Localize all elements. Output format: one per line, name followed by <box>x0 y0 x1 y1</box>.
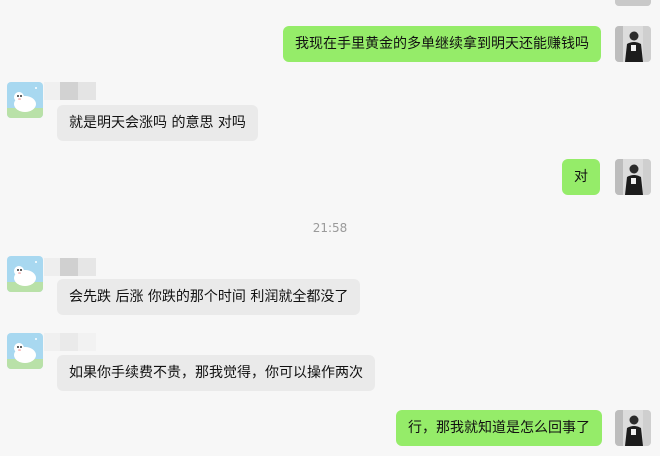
other-avatar[interactable] <box>7 256 43 292</box>
cartoon-sheep-icon <box>7 82 43 118</box>
self-avatar[interactable] <box>615 410 651 446</box>
person-photo-icon <box>615 410 651 446</box>
other-avatar[interactable] <box>7 333 43 369</box>
cartoon-sheep-icon <box>7 333 43 369</box>
message-timestamp: 21:58 <box>312 221 348 235</box>
self-avatar[interactable] <box>615 159 651 195</box>
self-avatar[interactable] <box>615 0 651 6</box>
message-bubble-other[interactable]: 就是明天会涨吗 的意思 对吗 <box>57 105 258 141</box>
person-photo-icon <box>615 159 651 195</box>
message-bubble-self[interactable]: 对 <box>562 159 600 195</box>
nickname-blur <box>44 333 96 351</box>
person-photo-icon <box>615 26 651 62</box>
nickname-blur <box>44 258 96 276</box>
other-avatar[interactable] <box>7 82 43 118</box>
message-bubble-other[interactable]: 会先跌 后涨 你跌的那个时间 利润就全都没了 <box>57 279 361 315</box>
message-bubble-self[interactable]: 行，那我就知道是怎么回事了 <box>396 410 602 446</box>
message-bubble-self[interactable]: 我现在手里黄金的多单继续拿到明天还能赚钱吗 <box>283 26 601 62</box>
person-photo-icon <box>615 0 651 6</box>
message-bubble-other[interactable]: 如果你手续费不贵，那我觉得，你可以操作两次 <box>57 355 375 391</box>
self-avatar[interactable] <box>615 26 651 62</box>
cartoon-sheep-icon <box>7 256 43 292</box>
nickname-blur <box>44 82 96 100</box>
